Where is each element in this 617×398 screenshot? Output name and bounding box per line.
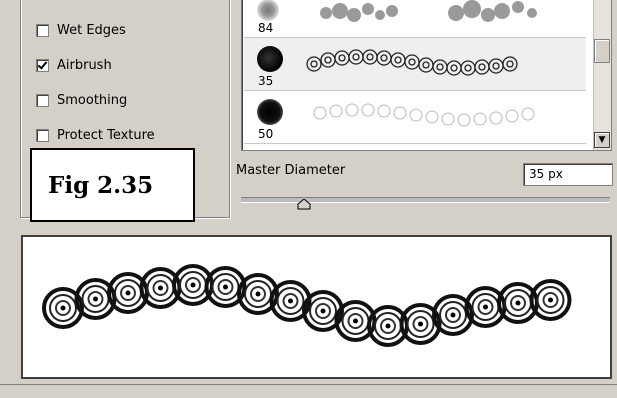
airbrush-option[interactable]: Airbrush xyxy=(36,55,112,75)
brush-size-label: 50 xyxy=(258,127,274,141)
protect-texture-checkbox[interactable] xyxy=(36,128,49,142)
swirl-stroke-thumbnail xyxy=(306,49,518,76)
brush-preset-item-selected[interactable]: 35 xyxy=(244,38,586,91)
spatter-stroke-thumbnail xyxy=(320,0,537,22)
wet-edges-option[interactable]: Wet Edges xyxy=(36,20,126,40)
brush-list-scrollbar[interactable]: ▼ xyxy=(593,0,611,150)
brush-preset-list[interactable]: 84 35 50 ▼ xyxy=(241,0,612,151)
protect-texture-label: Protect Texture xyxy=(57,127,155,143)
wet-edges-checkbox[interactable] xyxy=(36,23,49,37)
brush-preset-item[interactable]: 84 xyxy=(244,0,586,38)
brush-tip-icon xyxy=(257,99,283,125)
brush-tip-icon xyxy=(257,0,279,21)
smoothing-option[interactable]: Smoothing xyxy=(36,90,127,110)
panel-bottom-edge xyxy=(0,384,617,398)
brushes-panel: Wet Edges Airbrush Smoothing Protect Tex… xyxy=(0,0,617,397)
scroll-down-arrow-icon[interactable]: ▼ xyxy=(594,132,610,148)
smoothing-checkbox[interactable] xyxy=(36,93,49,107)
slider-handle-icon[interactable] xyxy=(297,199,311,210)
smoothing-label: Smoothing xyxy=(57,92,128,108)
master-diameter-input[interactable]: 35 px xyxy=(523,163,613,186)
brush-size-label: 84 xyxy=(258,21,274,35)
figure-caption: Fig 2.35 xyxy=(30,148,195,222)
airbrush-label: Airbrush xyxy=(57,57,112,73)
master-diameter-label: Master Diameter xyxy=(236,163,346,178)
brush-tip-icon xyxy=(257,46,283,72)
brush-size-label: 35 xyxy=(258,74,274,88)
protect-texture-option[interactable]: Protect Texture xyxy=(36,125,155,145)
wet-edges-label: Wet Edges xyxy=(57,22,126,38)
brush-preset-item[interactable]: 50 xyxy=(244,91,586,144)
stroke-preview xyxy=(21,235,612,379)
swirl-stamp xyxy=(529,279,572,321)
airbrush-checkbox[interactable] xyxy=(36,58,49,72)
scrollbar-thumb[interactable] xyxy=(594,39,610,63)
outline-stroke-thumbnail xyxy=(313,103,535,127)
swirl-stroke-preview xyxy=(42,264,572,347)
